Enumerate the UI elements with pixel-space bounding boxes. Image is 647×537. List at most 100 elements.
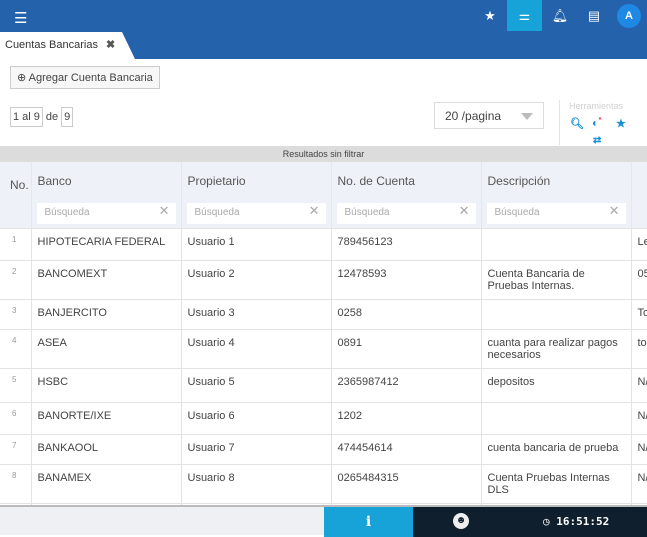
- star-icon[interactable]: ★: [476, 0, 504, 31]
- menu-icon[interactable]: ☰: [14, 9, 27, 27]
- cell-cuenta: 12478593: [331, 260, 482, 300]
- table-row[interactable]: 5HSBCUsuario 52365987412depositosN/: [0, 368, 647, 403]
- table-row[interactable]: 3BANJERCITOUsuario 30258 To: [0, 299, 647, 330]
- cell-extra: N/: [631, 402, 647, 435]
- status-dark-panel: ☻ ◷ 16:51:52: [413, 507, 647, 537]
- swap-icon[interactable]: ⇄: [593, 135, 601, 146]
- user-face-icon[interactable]: ☻: [453, 513, 469, 529]
- chat-icon[interactable]: ▤: [580, 0, 608, 31]
- table-row[interactable]: 2 BANCOMEXT Usuario 2 12478593 Cuenta Bancar…: [0, 260, 647, 300]
- cell-cuenta: 1202: [331, 402, 482, 435]
- cell-cuenta: 0891: [331, 329, 482, 369]
- col-header-extra[interactable]: [631, 162, 647, 200]
- col-header-propietario[interactable]: Propietario: [181, 162, 332, 200]
- col-header-descripcion[interactable]: Descripción: [481, 162, 632, 200]
- filter-placeholder: Búsqueda: [194, 207, 240, 218]
- row-number: 3: [0, 299, 32, 330]
- per-page-select[interactable]: 20 /pagina: [434, 102, 544, 129]
- filter-placeholder: Búsqueda: [44, 207, 90, 218]
- clock-time: 16:51:52: [556, 515, 610, 528]
- add-account-label: Agregar Cuenta Bancaria: [28, 72, 153, 84]
- col-header-cuenta[interactable]: No. de Cuenta: [331, 162, 482, 200]
- cell-cuenta: 474454614: [331, 434, 482, 465]
- filter-placeholder: Búsqueda: [344, 207, 390, 218]
- filter-cell: Búsqueda ✕: [331, 200, 482, 229]
- cell-propietario: Usuario 5: [181, 368, 332, 403]
- filter-cell-empty: [631, 200, 647, 229]
- row-number: 6: [0, 402, 32, 435]
- cell-descripcion: cuenta bancaria de prueba: [481, 434, 632, 465]
- clear-icon[interactable]: ✕: [159, 204, 170, 217]
- pager-of: de: [45, 111, 59, 123]
- filter-banco-input[interactable]: Búsqueda ✕: [36, 203, 176, 224]
- cell-banco: BANJERCITO: [31, 299, 182, 330]
- filter-cuenta-input[interactable]: Búsqueda ✕: [336, 203, 476, 224]
- table-row[interactable]: 7 BANKAOOL Usuario 7 474454614 cuenta bancar…: [0, 434, 647, 465]
- cell-extra: N/: [631, 464, 647, 504]
- page-range: 1 al 9: [10, 107, 43, 127]
- star-icon[interactable]: ★: [616, 117, 626, 130]
- clear-icon[interactable]: ✕: [309, 204, 320, 217]
- cell-banco: BANAMEX: [31, 464, 182, 504]
- row-number: 1: [0, 228, 32, 261]
- bell-icon[interactable]: 🔔︎: [546, 0, 574, 31]
- row-number: 2: [0, 260, 32, 300]
- cell-propietario: Usuario 1: [181, 228, 332, 261]
- table-row[interactable]: 6BANORTE/IXEUsuario 61202 N/: [0, 402, 647, 435]
- cell-descripcion: Cuenta Bancaria de Pruebas Internas.: [481, 260, 632, 300]
- status-bar: i ☻ ◷ 16:51:52: [0, 505, 647, 537]
- row-number: 7: [0, 434, 32, 465]
- cell-propietario: Usuario 8: [181, 464, 332, 504]
- per-page-value: 20 /pagina: [445, 109, 502, 123]
- filter-status: Resultados sin filtrar: [0, 146, 647, 162]
- filter-cell: Búsqueda ✕: [31, 200, 182, 229]
- info-button[interactable]: i: [324, 507, 413, 537]
- plus-circle-icon: ⊕: [17, 72, 27, 84]
- cell-banco: HIPOTECARIA FEDERAL: [31, 228, 182, 261]
- clock: ◷ 16:51:52: [543, 515, 609, 528]
- page-total: 9: [61, 107, 74, 127]
- table-row[interactable]: 1HIPOTECARIA FEDERALUsuario 1789456123 Le: [0, 228, 647, 261]
- search-icon[interactable]: 🔍︎: [570, 117, 584, 130]
- cell-extra: to: [631, 329, 647, 369]
- cell-extra: To: [631, 299, 647, 330]
- add-account-button[interactable]: ⊕ Agregar Cuenta Bancaria: [10, 66, 160, 89]
- cell-descripcion: depositos: [481, 368, 632, 403]
- cell-extra: 05: [631, 260, 647, 300]
- filter-descripcion-input[interactable]: Búsqueda ✕: [486, 203, 626, 224]
- clear-icon[interactable]: ✕: [609, 204, 620, 217]
- table-row[interactable]: 8 BANAMEX Usuario 8 0265484315 Cuenta Prueba…: [0, 464, 647, 504]
- tab-cuentas-bancarias[interactable]: Cuentas Bancarias ✖: [0, 32, 135, 59]
- filter-propietario-input[interactable]: Búsqueda ✕: [186, 203, 326, 224]
- cell-cuenta: 0265484315: [331, 464, 482, 504]
- table-row[interactable]: 4 ASEA Usuario 4 0891 cuanta para realizar p…: [0, 329, 647, 369]
- cell-extra: Le: [631, 228, 647, 261]
- cell-extra: N/: [631, 434, 647, 465]
- info-icon: i: [365, 514, 372, 530]
- row-number: 8: [0, 464, 32, 504]
- cell-propietario: Usuario 7: [181, 434, 332, 465]
- cell-banco: HSBC: [31, 368, 182, 403]
- cell-cuenta: 789456123: [331, 228, 482, 261]
- col-header-banco[interactable]: Banco: [31, 162, 182, 200]
- cell-banco: BANORTE/IXE: [31, 402, 182, 435]
- close-icon[interactable]: ✖: [106, 39, 115, 51]
- accounts-table: No. Banco Propietario No. de Cuenta Desc…: [0, 162, 647, 534]
- cell-propietario: Usuario 2: [181, 260, 332, 300]
- hide-columns-icon[interactable]: ◐*: [592, 117, 601, 130]
- cell-propietario: Usuario 6: [181, 402, 332, 435]
- avatar[interactable]: A: [617, 4, 641, 28]
- cell-cuenta: 0258: [331, 299, 482, 330]
- col-header-no[interactable]: No.: [0, 162, 32, 200]
- sliders-icon[interactable]: ⚌: [507, 0, 542, 31]
- row-number: 5: [0, 368, 32, 403]
- cell-propietario: Usuario 4: [181, 329, 332, 369]
- cell-banco: BANKAOOL: [31, 434, 182, 465]
- clear-icon[interactable]: ✕: [459, 204, 470, 217]
- cell-propietario: Usuario 3: [181, 299, 332, 330]
- cell-descripcion: [481, 402, 632, 435]
- cell-descripcion: [481, 299, 632, 330]
- row-number: 4: [0, 329, 32, 369]
- cell-cuenta: 2365987412: [331, 368, 482, 403]
- clock-icon: ◷: [543, 515, 550, 528]
